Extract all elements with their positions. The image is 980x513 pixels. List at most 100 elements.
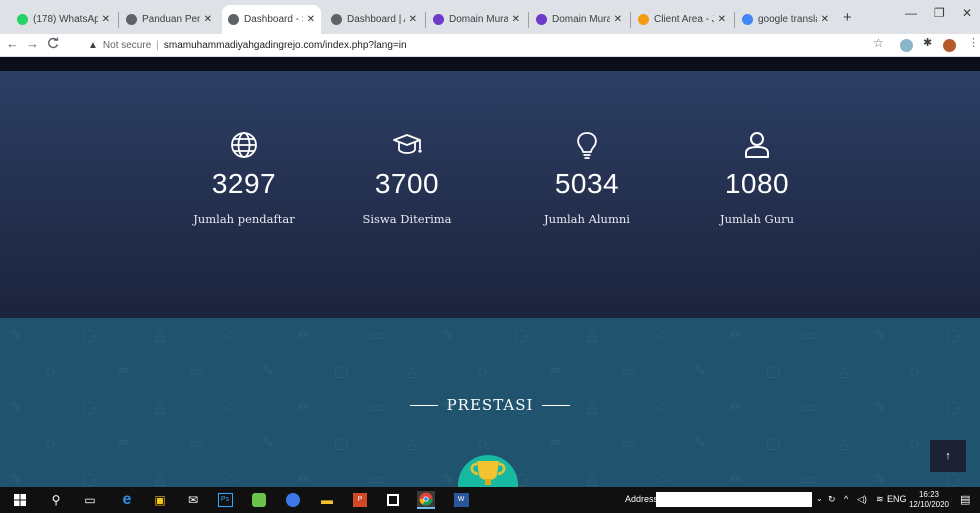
background-doodle: ▢ — [334, 363, 349, 380]
browser-tab[interactable]: (178) WhatsAp ✕ — [11, 7, 116, 32]
store-icon[interactable]: ▣ — [151, 491, 169, 509]
volume-icon[interactable]: ◁) — [857, 494, 867, 505]
restore-button[interactable]: ❐ — [934, 6, 945, 20]
background-doodle: ▭ — [190, 363, 205, 380]
tab-close-icon[interactable]: ✕ — [204, 14, 212, 25]
close-window-button[interactable]: ✕ — [962, 6, 972, 20]
address-bar[interactable]: ▲ Not secure | smamuhammadiyahgadingrejo… — [88, 36, 888, 55]
app-icon[interactable] — [250, 491, 268, 509]
forward-button[interactable]: → — [26, 36, 39, 51]
background-doodle: ✏ — [730, 471, 743, 487]
stat-label: Jumlah Alumni — [544, 212, 630, 226]
back-button[interactable]: ← — [6, 36, 19, 51]
windows-taskbar: ⚲ ▭ e ▣ ✉ Ps ▬ P W Address ⌄ ↻ ^ ◁) ≋ EN… — [0, 487, 980, 513]
reload-icon[interactable] — [47, 37, 59, 53]
tab-separator — [528, 12, 529, 28]
background-doodle: ◬ — [406, 435, 418, 452]
tab-close-icon[interactable]: ✕ — [718, 14, 726, 25]
web-page: 3297 Jumlah pendaftar 3700 Siswa Diterim… — [0, 57, 980, 487]
prestasi-section: ✎ ▢ ◬ ⌂ ✏ ▭ ✎ ▢ ◬ ⌂ ✏ ▭ ✎ ▢ ⌂ ✏ ▭ ✎ ▢ ◬ ⌂ ✏ ▭ ✎ ▢ ◬ ⌂ ✏ ✎ ▢ ◬ ⌂ ✏ ▭ ✎ ▢ ◬ ⌂ ✏ ▭… — [0, 318, 980, 487]
globe-icon — [164, 128, 324, 162]
niagahoster-icon — [536, 14, 547, 25]
stat-pendaftar: 3297 Jumlah pendaftar — [164, 128, 324, 226]
mail-icon[interactable]: ✉ — [184, 491, 202, 509]
background-doodle: ◬ — [586, 327, 598, 344]
photoshop-icon[interactable]: Ps — [216, 491, 234, 509]
new-tab-button[interactable]: + — [843, 9, 852, 26]
browser-tab[interactable]: Dashboard | A ✕ — [325, 7, 423, 32]
chrome-icon[interactable] — [417, 491, 435, 509]
menu-icon[interactable]: ⋮ — [968, 36, 979, 49]
browser-toolbar: ← → ▲ Not secure | smamuhammadiyahgading… — [0, 34, 980, 57]
tab-close-icon[interactable]: ✕ — [409, 14, 417, 25]
stats-section: 3297 Jumlah pendaftar 3700 Siswa Diterim… — [0, 71, 980, 318]
divider: | — [156, 40, 159, 51]
system-clock[interactable]: 16:23 12/10/2020 — [908, 490, 950, 510]
warning-icon: ▲ — [88, 40, 98, 51]
extensions-puzzle-icon[interactable]: ✱ — [923, 36, 932, 49]
browser-tab[interactable]: Client Area - J ✕ — [632, 7, 732, 32]
profile-avatar[interactable] — [943, 39, 956, 52]
url-text: smamuhammadiyahgadingrejo.com/index.php?… — [163, 40, 407, 51]
browser-tab[interactable]: Domain Mura ✕ — [427, 7, 526, 32]
search-icon[interactable]: ⚲ — [47, 491, 65, 509]
chevron-up-icon[interactable]: ^ — [844, 494, 848, 504]
header-strip — [0, 57, 980, 71]
stat-alumni: 5034 Jumlah Alumni — [507, 128, 667, 226]
chevron-down-icon[interactable]: ⌄ — [816, 494, 823, 503]
background-doodle: ✎ — [442, 327, 455, 344]
prestasi-heading: PRESTASI — [0, 396, 980, 414]
network-icon[interactable]: ≋ — [876, 494, 884, 505]
browser-tab[interactable]: Panduan Peng ✕ — [120, 7, 218, 32]
tab-separator — [118, 12, 119, 28]
file-explorer-icon[interactable]: ▬ — [318, 491, 336, 509]
scroll-to-top-button[interactable]: ↑ — [930, 440, 966, 472]
task-view-icon[interactable]: ▭ — [81, 491, 99, 509]
address-toolbar-input[interactable] — [656, 492, 812, 507]
background-doodle: ▭ — [370, 471, 385, 487]
tab-close-icon[interactable]: ✕ — [512, 14, 520, 25]
powerpoint-icon[interactable]: P — [351, 491, 369, 509]
minimize-button[interactable]: — — [905, 6, 917, 20]
browser-tab[interactable]: Domain Mura ✕ — [530, 7, 628, 32]
background-doodle: ⌂ — [226, 326, 236, 343]
edge-browser-icon[interactable]: e — [118, 491, 136, 509]
app-window-icon[interactable] — [384, 491, 402, 509]
word-icon[interactable]: W — [452, 491, 470, 509]
tab-title: Dashboard | A — [347, 14, 405, 25]
notifications-icon[interactable]: ▤ — [960, 493, 970, 506]
browser-tab[interactable]: google transla ✕ — [736, 7, 835, 32]
background-doodle: ◬ — [406, 363, 418, 380]
language-indicator[interactable]: ENG — [887, 494, 907, 504]
background-doodle: ✏ — [730, 327, 743, 344]
background-doodle: ✎ — [442, 471, 455, 487]
background-doodle: ✎ — [262, 435, 275, 452]
tab-title: Panduan Peng — [142, 14, 200, 25]
refresh-icon[interactable]: ↻ — [828, 494, 836, 505]
background-doodle: ✎ — [10, 471, 23, 487]
background-doodle: ⌂ — [226, 470, 236, 487]
background-doodle: ▢ — [514, 327, 529, 344]
tab-close-icon[interactable]: ✕ — [102, 14, 110, 25]
background-doodle: ✏ — [550, 363, 563, 380]
background-doodle: ◬ — [838, 363, 850, 380]
background-doodle: ✎ — [694, 435, 707, 452]
app-circle-icon[interactable] — [284, 491, 302, 509]
background-doodle: ▭ — [802, 471, 817, 487]
tab-close-icon[interactable]: ✕ — [614, 14, 622, 25]
background-doodle: ▭ — [190, 435, 205, 452]
browser-tab[interactable]: Dashboard - S ✕ — [222, 5, 321, 34]
windows-start-icon[interactable] — [11, 491, 29, 509]
stat-value: 3700 — [374, 168, 440, 199]
background-doodle: ⌂ — [658, 470, 668, 487]
background-doodle: ◬ — [586, 471, 598, 487]
tab-close-icon[interactable]: ✕ — [307, 14, 315, 25]
extension-icon[interactable] — [900, 39, 913, 52]
stat-guru: 1080 Jumlah Guru — [677, 128, 837, 226]
tab-title: Domain Mura — [449, 14, 508, 25]
stat-label: Siswa Diterima — [362, 212, 452, 226]
tab-separator — [734, 12, 735, 28]
tab-close-icon[interactable]: ✕ — [821, 14, 829, 25]
background-doodle: ✏ — [118, 363, 131, 380]
bookmark-star-icon[interactable]: ☆ — [873, 36, 884, 50]
